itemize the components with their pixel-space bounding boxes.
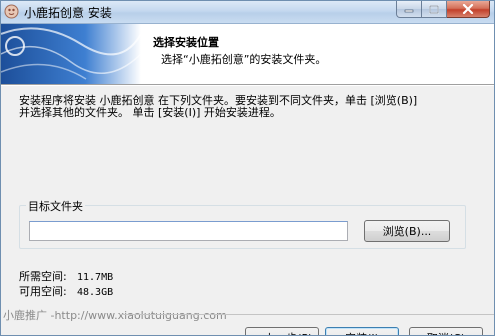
- app-icon: [4, 4, 19, 19]
- install-button[interactable]: 安装(I): [325, 327, 399, 335]
- maximize-icon: [429, 4, 439, 14]
- browse-button[interactable]: 浏览(B)...: [364, 220, 450, 242]
- space-available-value: 48.3GB: [77, 287, 114, 298]
- branding-text: 小鹿推广 -http://www.xiaolutuiguang.com: [3, 309, 227, 322]
- footer-divider: [119, 314, 494, 315]
- wizard-header: 选择安装位置 选择“小鹿拓创意”的安装文件夹。: [1, 24, 494, 85]
- title-bar[interactable]: 小鹿拓创意 安装: [1, 1, 494, 24]
- close-icon: [462, 4, 474, 14]
- installer-header-art: [1, 24, 141, 84]
- minimize-icon: [404, 9, 414, 13]
- maximize-button[interactable]: [422, 1, 447, 18]
- instructions-text: 安装程序将安装 小鹿拓创意 在下列文件夹。要安装到不同文件夹，单击 [浏览(B)…: [19, 95, 489, 119]
- space-available-label: 可用空间:: [19, 285, 67, 298]
- minimize-button[interactable]: [396, 1, 422, 18]
- destination-folder-label: 目标文件夹: [26, 198, 85, 214]
- page-subtitle: 选择“小鹿拓创意”的安装文件夹。: [161, 53, 327, 66]
- space-required-label: 所需空间:: [19, 270, 67, 283]
- header-divider: [1, 85, 494, 86]
- page-title: 选择安装位置: [153, 36, 219, 49]
- cancel-button[interactable]: 取消(C): [409, 327, 483, 335]
- window-title: 小鹿拓创意 安装: [24, 6, 112, 20]
- instructions-line-2: 并选择其他的文件夹。 单击 [安装(I)] 开始安装进程。: [19, 106, 281, 119]
- space-available: 可用空间: 48.3GB: [19, 283, 113, 299]
- space-required: 所需空间: 11.7MB: [19, 268, 113, 284]
- back-button[interactable]: < 上一步(P): [245, 327, 319, 335]
- installer-window: 小鹿拓创意 安装 选择安装位置 选择“小鹿拓创意”的安装文件夹。 安装程序将安装…: [0, 0, 495, 336]
- caption-buttons: [396, 1, 490, 19]
- space-required-value: 11.7MB: [77, 272, 114, 283]
- close-button[interactable]: [447, 1, 490, 18]
- destination-folder-input[interactable]: [29, 221, 348, 241]
